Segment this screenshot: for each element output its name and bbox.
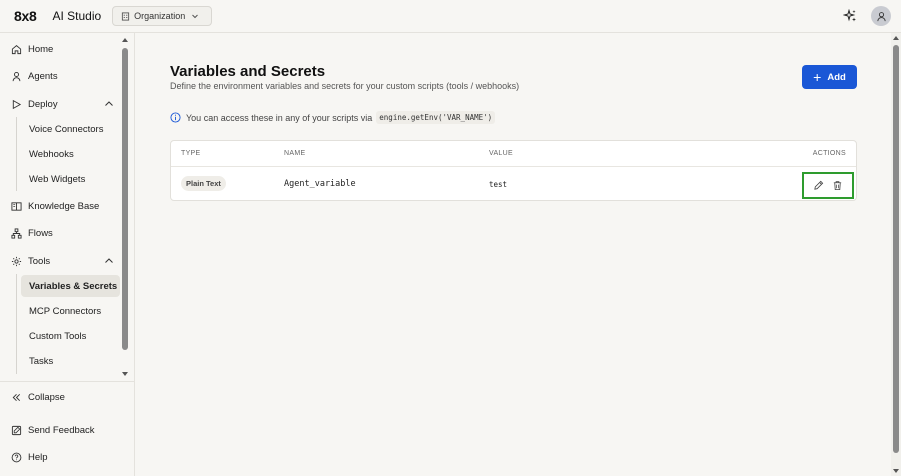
table-header-divider [171,166,856,167]
sidebar-item-label: Flows [28,227,53,239]
sidebar-item-label: Agents [28,70,58,82]
sidebar-item-tasks[interactable]: Tasks [21,350,120,372]
sidebar-item-flows[interactable]: Flows [4,221,120,245]
chevron-up-icon[interactable] [104,99,114,109]
sidebar-scrollbar[interactable] [121,36,129,376]
type-badge: Plain Text [181,176,226,191]
help-label: Help [28,451,48,463]
scroll-thumb[interactable] [893,45,899,453]
flows-icon [10,227,22,239]
double-chevron-left-icon [12,393,20,401]
sidebar-item-variables-secrets[interactable]: Variables & Secrets [21,275,120,297]
chevron-up-icon[interactable] [104,256,114,266]
person-icon [12,71,20,81]
sidebar-item-custom-tools[interactable]: Custom Tools [21,325,120,347]
scroll-down-arrow[interactable] [893,469,899,473]
variables-table: TYPE NAME VALUE ACTIONS Plain Text Agent… [170,140,857,201]
main-scrollbar[interactable] [891,33,901,476]
book-icon [10,201,22,211]
sidebar-item-label: Knowledge Base [28,200,100,212]
sidebar-item-label: Deploy [28,98,58,110]
organization-select[interactable]: Organization [112,6,213,26]
variable-name: Agent_variable [284,179,356,189]
feedback-icon [11,425,21,435]
info-message: You can access these in any of your scri… [170,111,496,124]
add-button-label: Add [827,71,846,83]
sidebar-item-voice-connectors[interactable]: Voice Connectors [21,118,120,140]
sidebar-item-label: Tools [28,255,51,267]
user-avatar[interactable] [871,6,891,26]
column-header-type: TYPE [181,150,201,157]
plus-icon: + [813,68,822,85]
top-bar: 8x8 AI Studio Organization [0,0,901,33]
sidebar: Home Agents Deploy Voice Connectors Webh… [0,33,135,476]
building-icon [122,11,130,21]
sidebar-item-label: Webhooks [29,148,74,160]
sidebar-item-web-widgets[interactable]: Web Widgets [21,168,120,190]
collapse-button[interactable]: Collapse [4,385,120,409]
sidebar-item-label: Custom Tools [29,330,87,342]
sidebar-item-agents[interactable]: Agents [4,64,120,88]
tree-line [16,274,17,374]
sidebar-item-knowledge-base[interactable]: Knowledge Base [4,194,120,218]
chevron-down-icon [192,14,199,19]
add-variable-button[interactable]: + Add [802,65,857,89]
scroll-up-arrow[interactable] [893,36,899,40]
app-title: AI Studio [52,9,102,23]
info-text: You can access these in any of your scri… [186,112,373,123]
delete-icon[interactable] [832,180,843,191]
play-icon [12,99,21,109]
column-header-value: VALUE [489,150,513,157]
column-header-name: NAME [284,150,306,157]
scroll-up-arrow[interactable] [122,38,128,42]
sidebar-item-home[interactable]: Home [4,37,120,61]
send-feedback-button[interactable]: Send Feedback [4,418,120,442]
send-feedback-label: Send Feedback [28,424,95,436]
main-content: Variables and Secrets Define the environ… [136,33,891,476]
sidebar-item-label: Home [28,43,54,55]
column-header-actions: ACTIONS [812,150,846,157]
sidebar-item-tools[interactable]: Tools [4,249,120,273]
organization-label: Organization [134,11,186,21]
sidebar-item-webhooks[interactable]: Webhooks [21,143,120,165]
sidebar-item-label: Voice Connectors [29,123,104,135]
scroll-thumb[interactable] [122,48,128,350]
info-code: engine.getEnv('VAR_NAME') [376,111,496,124]
user-icon [876,11,886,21]
page-title: Variables and Secrets [170,63,326,80]
variable-value: test [489,180,508,189]
sidebar-item-deploy[interactable]: Deploy [4,92,120,116]
sparkle-icon[interactable] [843,9,857,23]
sidebar-nav: Home Agents Deploy Voice Connectors Webh… [0,33,120,379]
page-subtitle: Define the environment variables and sec… [170,81,520,91]
sidebar-item-label: Variables & Secrets [29,280,118,292]
scroll-down-arrow[interactable] [122,372,128,376]
help-button[interactable]: Help [4,445,120,469]
row-actions [802,172,854,199]
tree-line [16,117,17,191]
help-icon [11,452,21,462]
gear-icon [11,256,21,266]
brand-logo[interactable]: 8x8 [14,8,37,24]
edit-icon[interactable] [813,180,824,191]
sidebar-item-label: Tasks [29,355,54,367]
home-icon [11,44,21,54]
sidebar-item-label: Web Widgets [29,173,86,185]
info-icon [170,112,181,123]
sidebar-item-label: MCP Connectors [29,305,102,317]
sidebar-item-mcp-connectors[interactable]: MCP Connectors [21,300,120,322]
collapse-label: Collapse [28,391,65,403]
sidebar-divider [0,381,135,382]
